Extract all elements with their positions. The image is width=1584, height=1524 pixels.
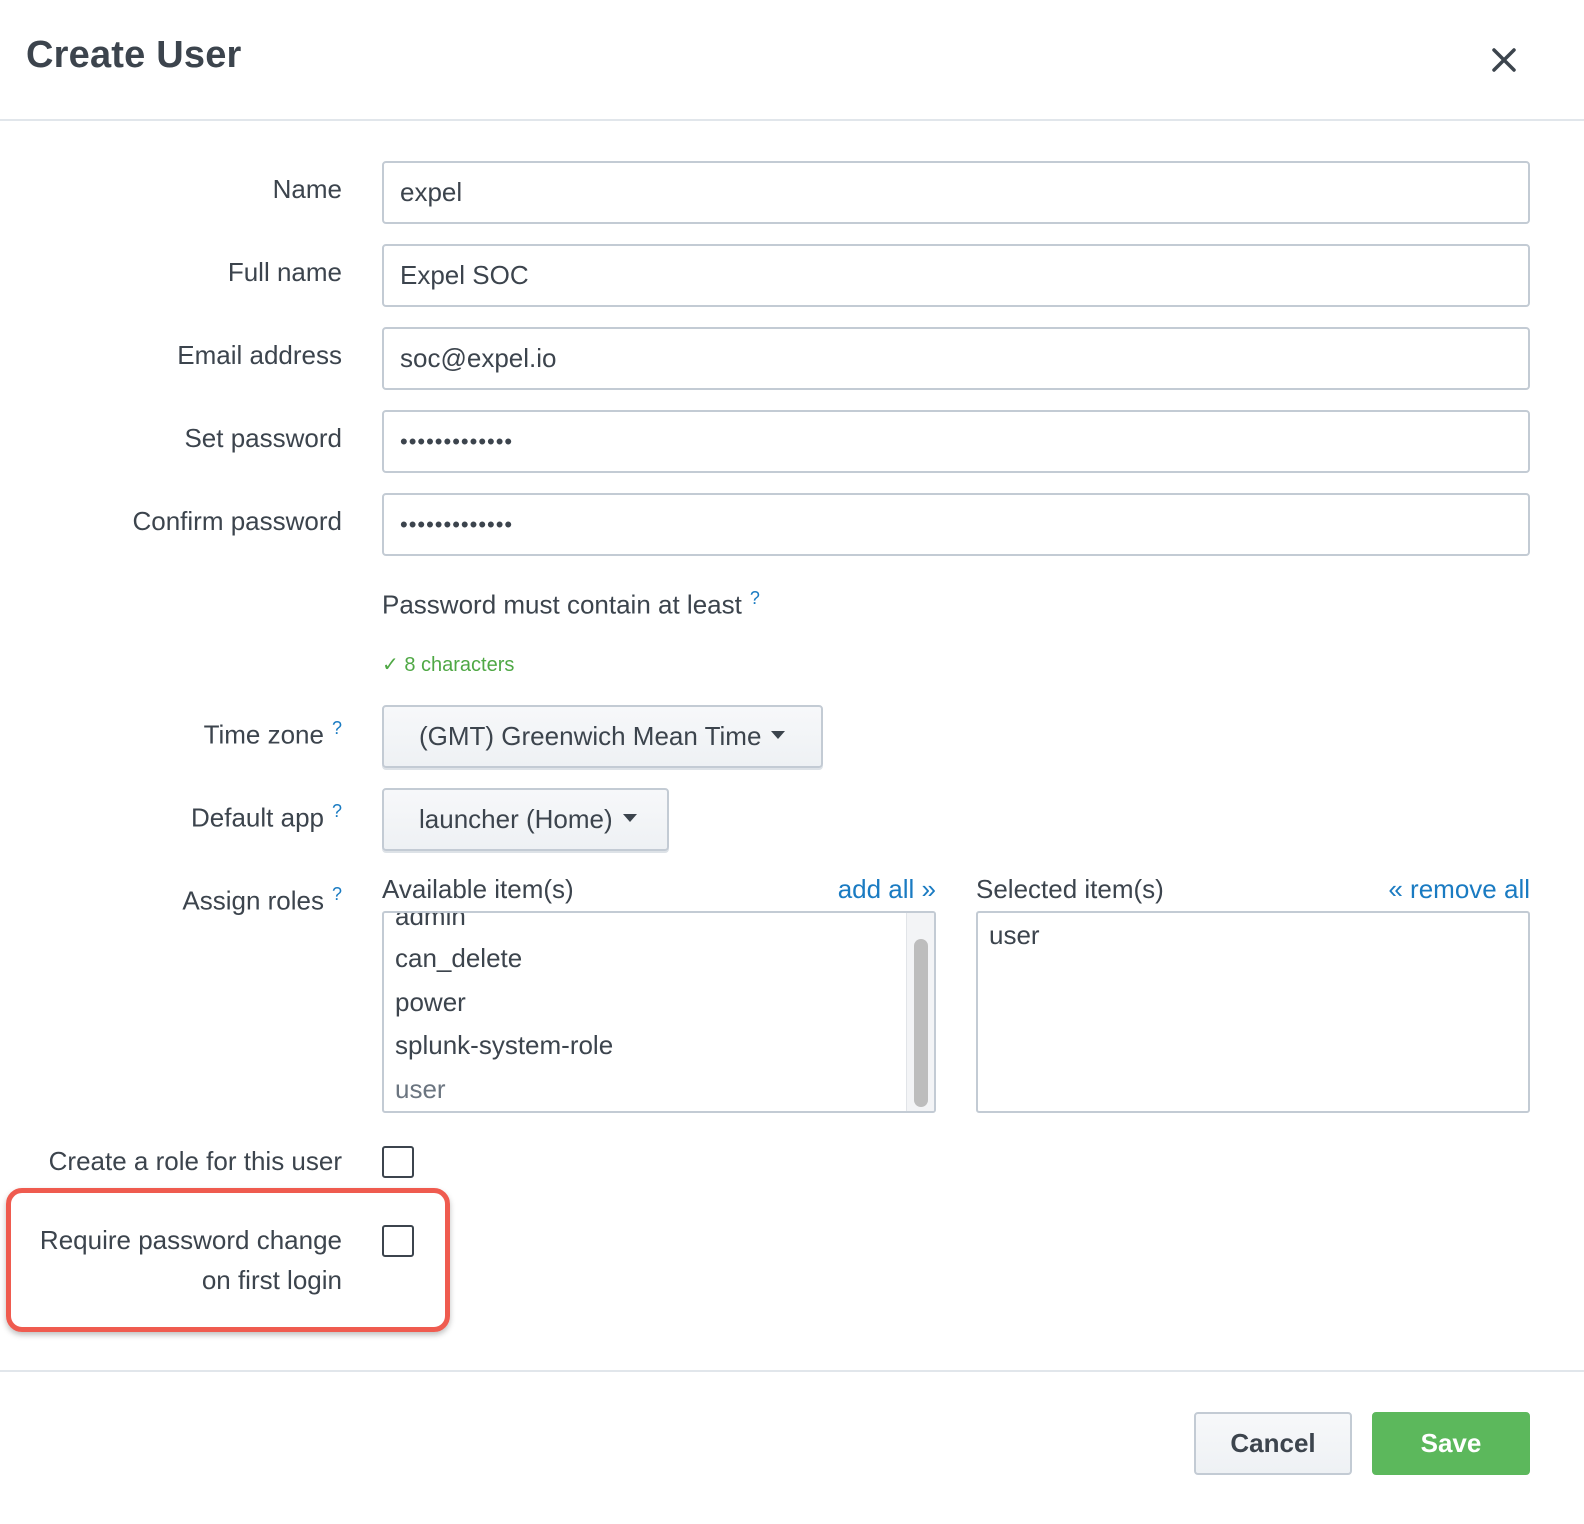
name-label: Name [272,174,342,204]
time-zone-help-link[interactable]: ? [332,718,342,738]
password-help-link[interactable]: ? [750,588,760,608]
default-app-select[interactable]: launcher (Home) [382,788,669,851]
scrollbar-thumb[interactable] [914,939,928,1107]
list-item[interactable]: user [989,920,1040,951]
close-button[interactable] [1482,38,1526,82]
default-app-label-text: Default app [191,802,324,833]
save-button[interactable]: Save [1372,1412,1530,1475]
set-password-input[interactable]: ••••••••••••• [382,410,1530,473]
password-requirements-text: Password must contain at least [382,589,742,620]
list-item[interactable]: admin [395,913,466,932]
password-requirements: Password must contain at least? [382,588,760,621]
remove-all-link[interactable]: « remove all [1388,874,1530,905]
close-icon [1492,48,1516,72]
confirm-password-label: Confirm password [132,506,342,536]
default-app-help-link[interactable]: ? [332,801,342,821]
default-app-label: Default app? [191,801,342,834]
create-user-dialog: Create User Name expel Full name Expel S… [0,0,1584,1524]
chevron-down-icon [771,731,786,740]
list-item[interactable]: power [395,987,466,1018]
available-items-title: Available item(s) [382,874,574,904]
confirm-password-input[interactable]: ••••••••••••• [382,493,1530,556]
full-name-label: Full name [227,257,342,287]
default-app-value: launcher (Home) [419,804,613,834]
set-password-label: Set password [184,423,342,453]
selected-roles-list[interactable]: user [976,911,1530,1113]
footer-divider [0,1370,1584,1372]
create-role-checkbox[interactable] [382,1146,414,1178]
email-input[interactable]: soc@expel.io [382,327,1530,390]
assign-roles-label: Assign roles? [182,884,342,917]
selected-items-title: Selected item(s) [976,874,1164,904]
highlight-annotation [6,1188,450,1332]
time-zone-value: (GMT) Greenwich Mean Time [419,721,762,751]
cancel-button[interactable]: Cancel [1194,1412,1352,1475]
list-item[interactable]: user [395,1074,446,1105]
time-zone-select[interactable]: (GMT) Greenwich Mean Time [382,705,823,768]
scrollbar[interactable] [906,913,934,1111]
chevron-down-icon [622,814,637,823]
dialog-header: Create User [0,0,1584,121]
add-all-link[interactable]: add all » [838,874,936,905]
list-item[interactable]: can_delete [395,943,522,974]
create-role-label: Create a role for this user [48,1146,342,1176]
name-input[interactable]: expel [382,161,1530,224]
full-name-input[interactable]: Expel SOC [382,244,1530,307]
assign-roles-label-text: Assign roles [182,885,324,916]
available-roles-list[interactable]: admin can_delete power splunk-system-rol… [382,911,936,1113]
dialog-title: Create User [26,34,242,76]
email-label: Email address [177,340,342,370]
assign-roles-help-link[interactable]: ? [332,884,342,904]
list-item[interactable]: splunk-system-role [395,1030,613,1061]
time-zone-label: Time zone? [204,718,342,751]
time-zone-label-text: Time zone [203,719,324,750]
password-rule-length: ✓ 8 characters [382,654,515,676]
